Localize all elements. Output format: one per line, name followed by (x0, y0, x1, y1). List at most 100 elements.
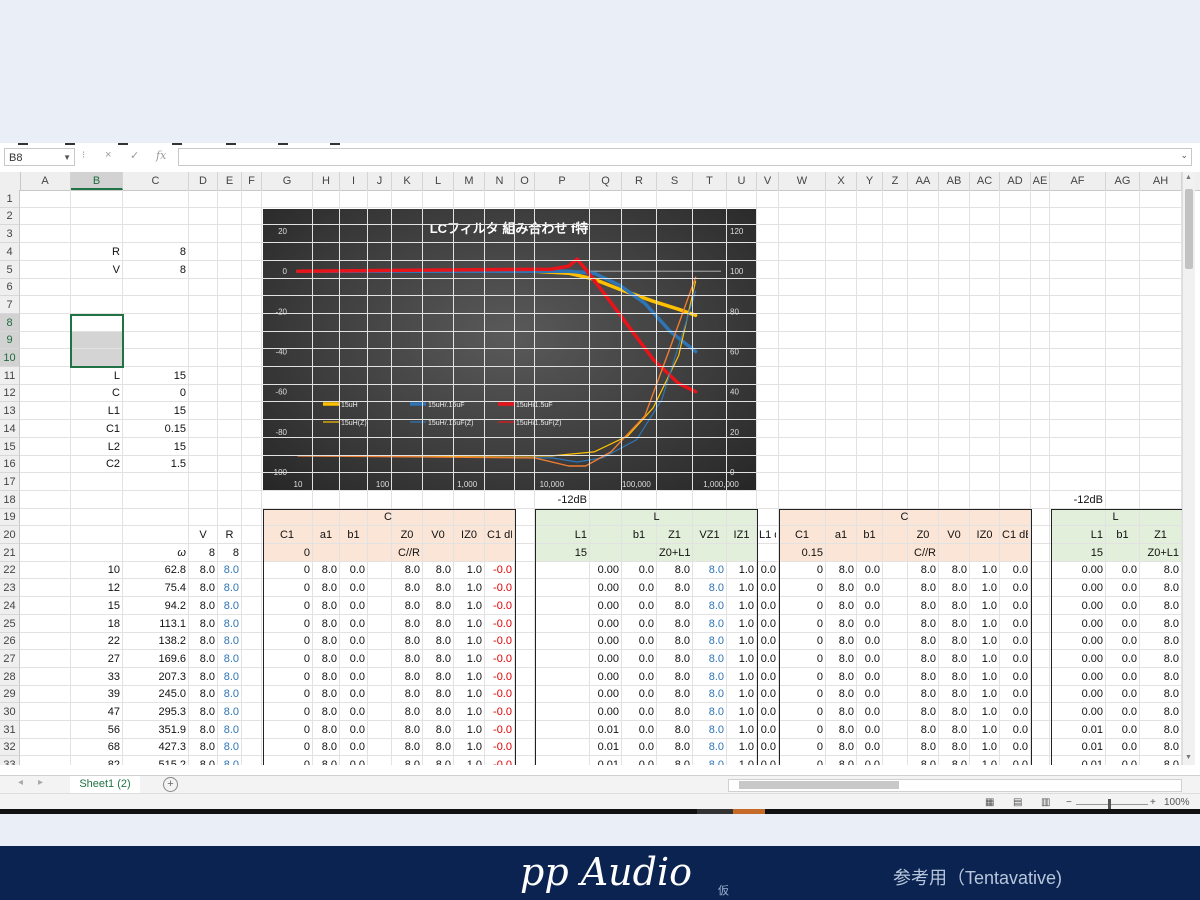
column-header-ae[interactable]: AE (1031, 172, 1050, 190)
row-header-12[interactable]: 12 (0, 385, 20, 402)
column-header-ac[interactable]: AC (970, 172, 1000, 190)
column-header-g[interactable]: G (262, 172, 313, 190)
column-header-b[interactable]: B (71, 172, 123, 190)
row-header-10[interactable]: 10 (0, 349, 20, 367)
column-header-k[interactable]: K (392, 172, 423, 190)
chart[interactable]: LCフィルタ 組み合わせ f特200-20-40-60-80-100120100… (263, 209, 756, 491)
row-header-5[interactable]: 5 (0, 261, 20, 279)
row-header-28[interactable]: 28 (0, 668, 20, 686)
column-header-e[interactable]: E (218, 172, 242, 190)
cancel-icon[interactable]: × (105, 149, 111, 161)
column-header-v[interactable]: V (757, 172, 779, 190)
col-label: C1 dB (487, 529, 512, 541)
column-header-a[interactable]: A (20, 172, 71, 190)
row-header-17[interactable]: 17 (0, 473, 20, 491)
column-header-n[interactable]: N (485, 172, 515, 190)
column-header-af[interactable]: AF (1050, 172, 1106, 190)
column-header-l[interactable]: L (423, 172, 454, 190)
x-tick: 100 (376, 480, 390, 489)
row-header-6[interactable]: 6 (0, 279, 20, 296)
row-header-15[interactable]: 15 (0, 438, 20, 456)
vertical-scroll-thumb[interactable] (1185, 189, 1193, 269)
zoom-slider-thumb[interactable] (1108, 799, 1111, 809)
column-header-t[interactable]: T (693, 172, 727, 190)
row-header-31[interactable]: 31 (0, 721, 20, 739)
row-header-20[interactable]: 20 (0, 526, 20, 544)
column-header-s[interactable]: S (657, 172, 693, 190)
column-header-q[interactable]: Q (590, 172, 622, 190)
column-header-c[interactable]: C (123, 172, 189, 190)
row-header-19[interactable]: 19 (0, 509, 20, 526)
horizontal-scroll-thumb[interactable] (739, 781, 899, 789)
column-header-ab[interactable]: AB (939, 172, 970, 190)
column-header-ah[interactable]: AH (1140, 172, 1182, 190)
row-header-24[interactable]: 24 (0, 597, 20, 615)
column-header-i[interactable]: I (340, 172, 368, 190)
selection-range[interactable] (71, 332, 123, 367)
row-header-25[interactable]: 25 (0, 615, 20, 633)
select-all-corner[interactable] (0, 172, 21, 190)
scroll-up-icon[interactable]: ▲ (1185, 174, 1192, 181)
column-header-y[interactable]: Y (857, 172, 883, 190)
row-header-13[interactable]: 13 (0, 402, 20, 420)
column-header-ag[interactable]: AG (1106, 172, 1140, 190)
horizontal-scrollbar[interactable] (728, 779, 1182, 792)
column-header-x[interactable]: X (826, 172, 857, 190)
vertical-scrollbar[interactable]: ▲ ▼ (1182, 172, 1195, 765)
row-header-26[interactable]: 26 (0, 633, 20, 650)
prev-sheet-icon[interactable]: ◂ (18, 777, 23, 788)
row-header-1[interactable]: 1 (0, 190, 20, 208)
row-header-8[interactable]: 8 (0, 314, 20, 332)
page-layout-icon[interactable]: ▤ (1013, 797, 1022, 808)
column-header-ad[interactable]: AD (1000, 172, 1031, 190)
cell-grid[interactable]: LCフィルタ 組み合わせ f特200-20-40-60-80-100120100… (0, 190, 1182, 765)
next-sheet-icon[interactable]: ▸ (38, 777, 43, 788)
column-header-d[interactable]: D (189, 172, 218, 190)
column-header-z[interactable]: Z (883, 172, 908, 190)
row-header-16[interactable]: 16 (0, 456, 20, 473)
zoom-out-icon[interactable]: − (1066, 797, 1072, 808)
row-header-23[interactable]: 23 (0, 579, 20, 597)
row-header-2[interactable]: 2 (0, 208, 20, 225)
row-header-27[interactable]: 27 (0, 650, 20, 668)
row-header-33[interactable]: 33 (0, 756, 20, 765)
column-header-f[interactable]: F (242, 172, 262, 190)
enter-icon[interactable]: ✓ (130, 149, 139, 162)
row-header-30[interactable]: 30 (0, 703, 20, 721)
chevron-down-icon[interactable]: ▼ (63, 149, 71, 167)
column-header-m[interactable]: M (454, 172, 485, 190)
add-sheet-icon[interactable]: + (163, 777, 178, 792)
row-header-9[interactable]: 9 (0, 332, 20, 349)
page-break-icon[interactable]: ▥ (1041, 797, 1050, 808)
name-box[interactable]: B8 ▼ (4, 148, 75, 166)
row-header-18[interactable]: 18 (0, 491, 20, 509)
scroll-down-icon[interactable]: ▼ (1185, 754, 1192, 761)
formula-input[interactable]: ⌄ (178, 148, 1192, 166)
row-header-21[interactable]: 21 (0, 544, 20, 562)
column-header-h[interactable]: H (313, 172, 340, 190)
column-header-r[interactable]: R (622, 172, 657, 190)
column-header-p[interactable]: P (535, 172, 590, 190)
column-header-o[interactable]: O (515, 172, 535, 190)
row-header-32[interactable]: 32 (0, 739, 20, 756)
row-header-4[interactable]: 4 (0, 243, 20, 261)
row-header-11[interactable]: 11 (0, 367, 20, 385)
zoom-in-icon[interactable]: + (1150, 797, 1156, 808)
zoom-level[interactable]: 100% (1164, 797, 1190, 808)
insert-function-icon[interactable]: fx (156, 149, 166, 162)
row-header-14[interactable]: 14 (0, 420, 20, 438)
row-header-29[interactable]: 29 (0, 686, 20, 703)
normal-view-icon[interactable]: ▦ (985, 797, 994, 808)
row-header-22[interactable]: 22 (0, 562, 20, 579)
expand-formula-icon[interactable]: ⌄ (1180, 150, 1188, 161)
column-header-u[interactable]: U (727, 172, 757, 190)
freq-cell: 10 (107, 564, 120, 576)
b1-cell: 0.0 (864, 706, 880, 718)
v0-cell: 8.0 (435, 582, 451, 594)
zoom-slider[interactable] (1076, 804, 1148, 805)
column-header-aa[interactable]: AA (908, 172, 939, 190)
column-header-j[interactable]: J (368, 172, 392, 190)
row-header-7[interactable]: 7 (0, 296, 20, 314)
row-header-3[interactable]: 3 (0, 225, 20, 243)
column-header-w[interactable]: W (779, 172, 826, 190)
